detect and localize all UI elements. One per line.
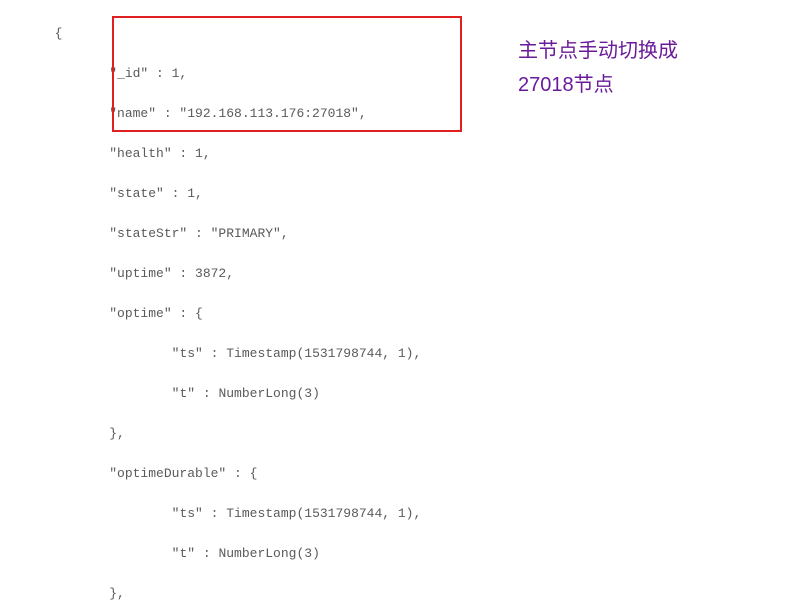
code-line-state: "state" : 1,: [0, 184, 562, 204]
code-line-t: "t" : NumberLong(3): [0, 384, 562, 404]
code-line-uptime: "uptime" : 3872,: [0, 264, 562, 284]
code-screenshot: { "_id" : 1, "name" : "192.168.113.176:2…: [0, 0, 795, 609]
code-line-optimedurable-open: "optimeDurable" : {: [0, 464, 562, 484]
code-line-health: "health" : 1,: [0, 144, 562, 164]
annotation-line2: 27018节点: [518, 68, 778, 102]
code-line-name: "name" : "192.168.113.176:27018",: [0, 104, 562, 124]
code-block: { "_id" : 1, "name" : "192.168.113.176:2…: [0, 4, 562, 609]
annotation-line1: 主节点手动切换成: [518, 34, 778, 68]
code-line-ts2: "ts" : Timestamp(1531798744, 1),: [0, 504, 562, 524]
code-line-optime-open: "optime" : {: [0, 304, 562, 324]
code-line-ts: "ts" : Timestamp(1531798744, 1),: [0, 344, 562, 364]
code-line-id: "_id" : 1,: [0, 64, 562, 84]
annotation-text: 主节点手动切换成 27018节点: [518, 34, 778, 102]
code-line: {: [0, 24, 562, 44]
code-line-closebrace2: },: [0, 584, 562, 604]
code-line-t2: "t" : NumberLong(3): [0, 544, 562, 564]
code-line-statestr: "stateStr" : "PRIMARY",: [0, 224, 562, 244]
code-line-closebrace: },: [0, 424, 562, 444]
